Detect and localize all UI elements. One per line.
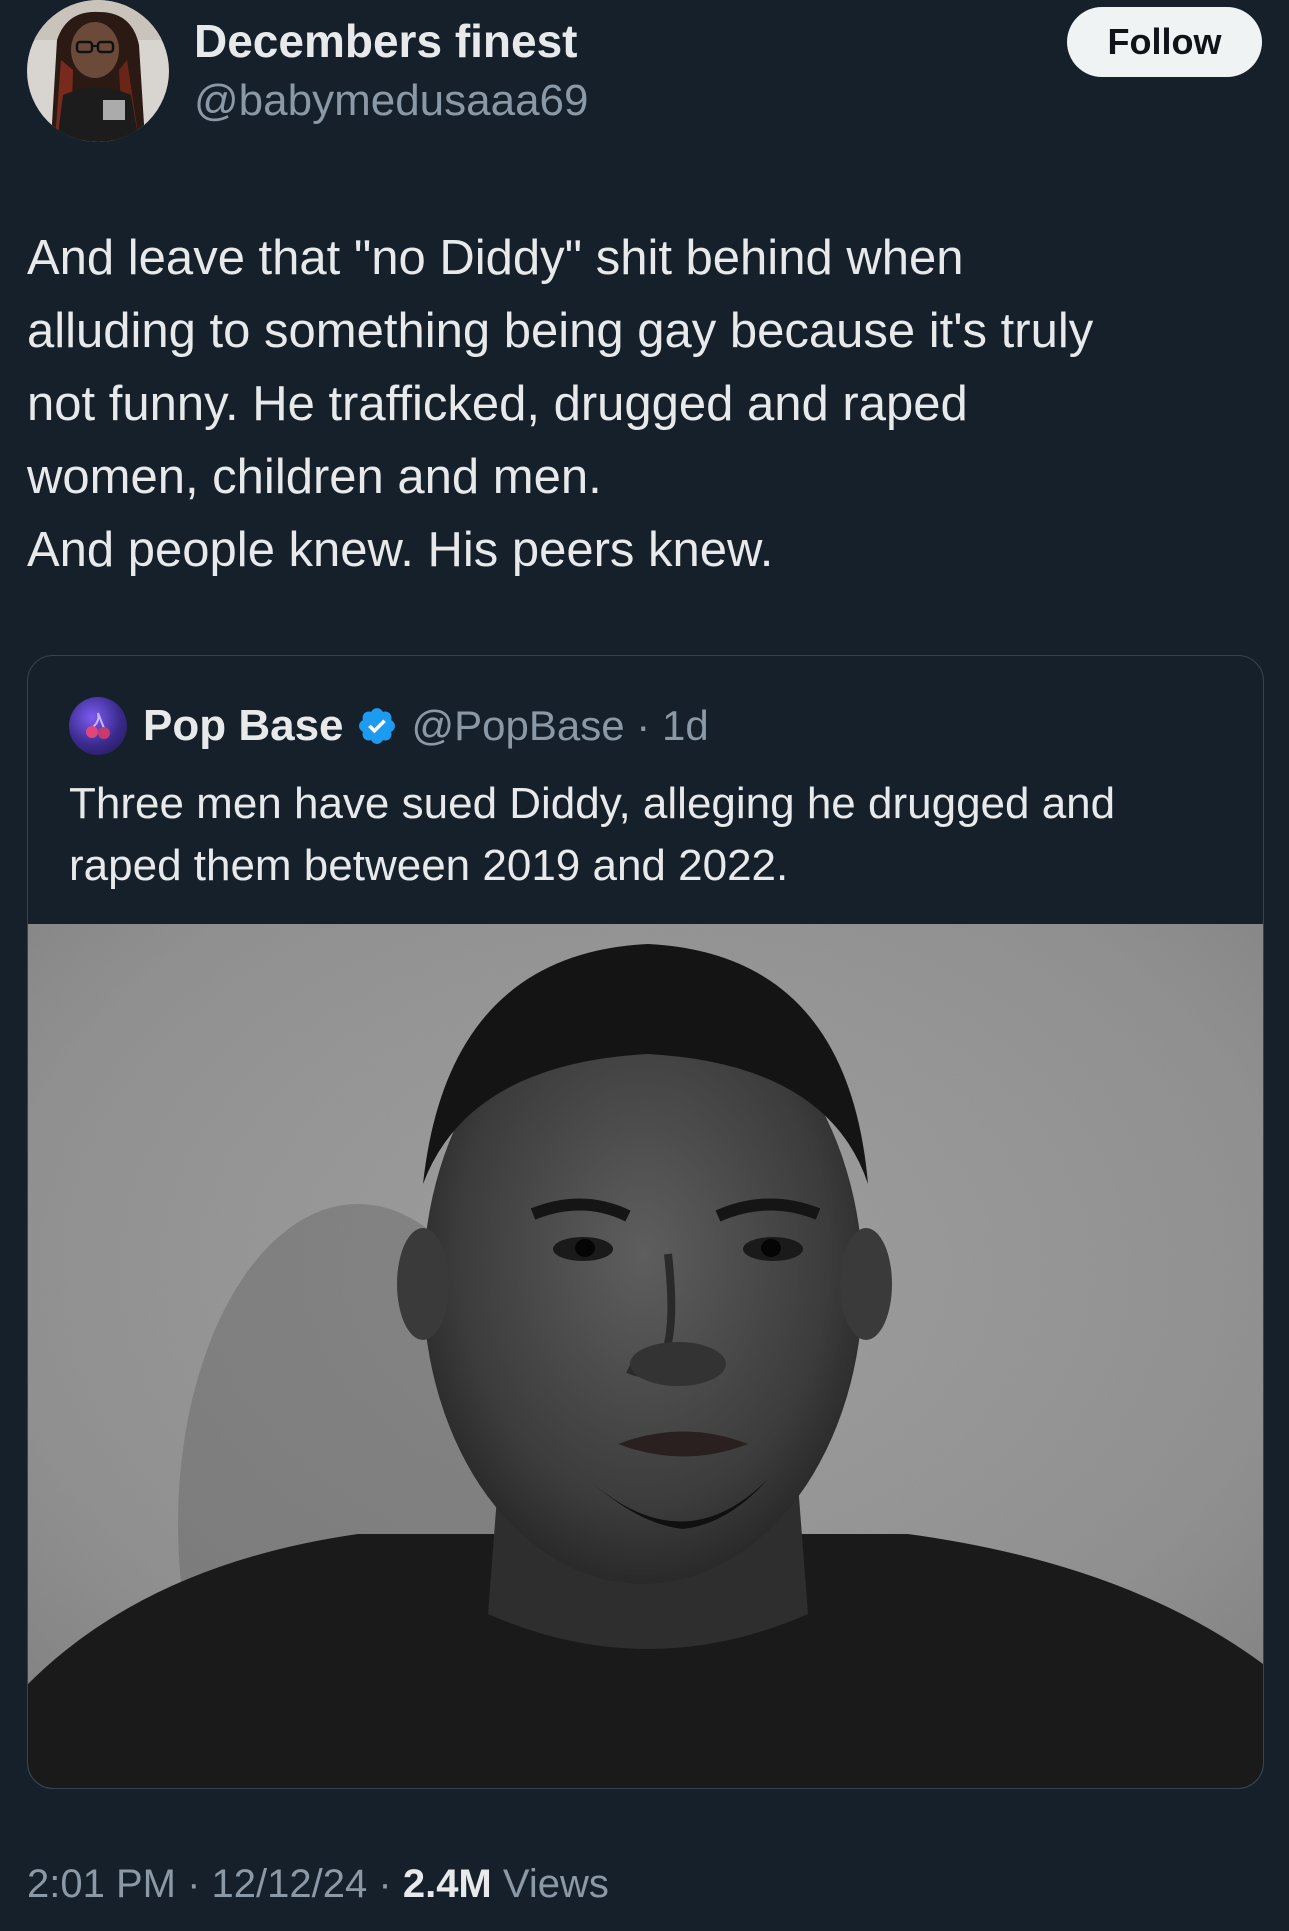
views-count[interactable]: 2.4M [403,1862,492,1906]
separator: · [187,1862,201,1906]
tweet-time[interactable]: 2:01 PM [27,1862,176,1906]
tweet-text-line: women, children and men. [27,450,602,504]
tweet-date[interactable]: 12/12/24 [212,1862,368,1906]
separator: · [636,702,651,749]
views-label: Views [502,1862,609,1906]
tweet-text-line: not funny. He trafficked, drugged and ra… [27,377,968,431]
verified-badge-icon [356,705,398,747]
tweet-text-line: And leave that "no Diddy" shit behind wh… [27,231,964,285]
portrait-photo [28,924,1263,1788]
tweet-text-line: And people knew. His peers knew. [27,523,774,577]
tweet-header: Decembers finest @babymedusaaa69 Follow [27,0,1262,160]
tweet-text-line: alluding to something being gay because … [27,304,1094,358]
author-avatar[interactable] [27,0,169,142]
follow-button[interactable]: Follow [1067,7,1262,77]
author-handle[interactable]: @babymedusaaa69 [194,76,589,126]
quoted-tweet-header: Pop Base @PopBase · 1d [69,696,709,756]
quoted-author-name[interactable]: Pop Base [143,701,344,751]
quoted-tweet-age: 1d [661,702,709,749]
author-display-name[interactable]: Decembers finest [194,14,578,68]
quoted-tweet-photo[interactable] [28,924,1263,1788]
quoted-tweet-text: Three men have sued Diddy, alleging he d… [69,773,1229,897]
tweet-text: And leave that "no Diddy" shit behind wh… [27,222,1262,587]
tweet-meta: 2:01 PM · 12/12/24 · 2.4M Views [27,1862,609,1907]
quoted-handle-text: @PopBase [411,702,625,749]
cherry-logo-icon[interactable] [69,697,127,755]
quoted-text-line: Three men have sued Diddy, alleging he d… [69,779,1116,828]
quoted-author-handle[interactable]: @PopBase · 1d [412,702,709,750]
author-avatar-image [27,0,169,142]
quoted-tweet-card[interactable]: Pop Base @PopBase · 1d Three men have su… [27,655,1264,1789]
separator: · [378,1862,392,1906]
quoted-text-line: raped them between 2019 and 2022. [69,841,789,890]
